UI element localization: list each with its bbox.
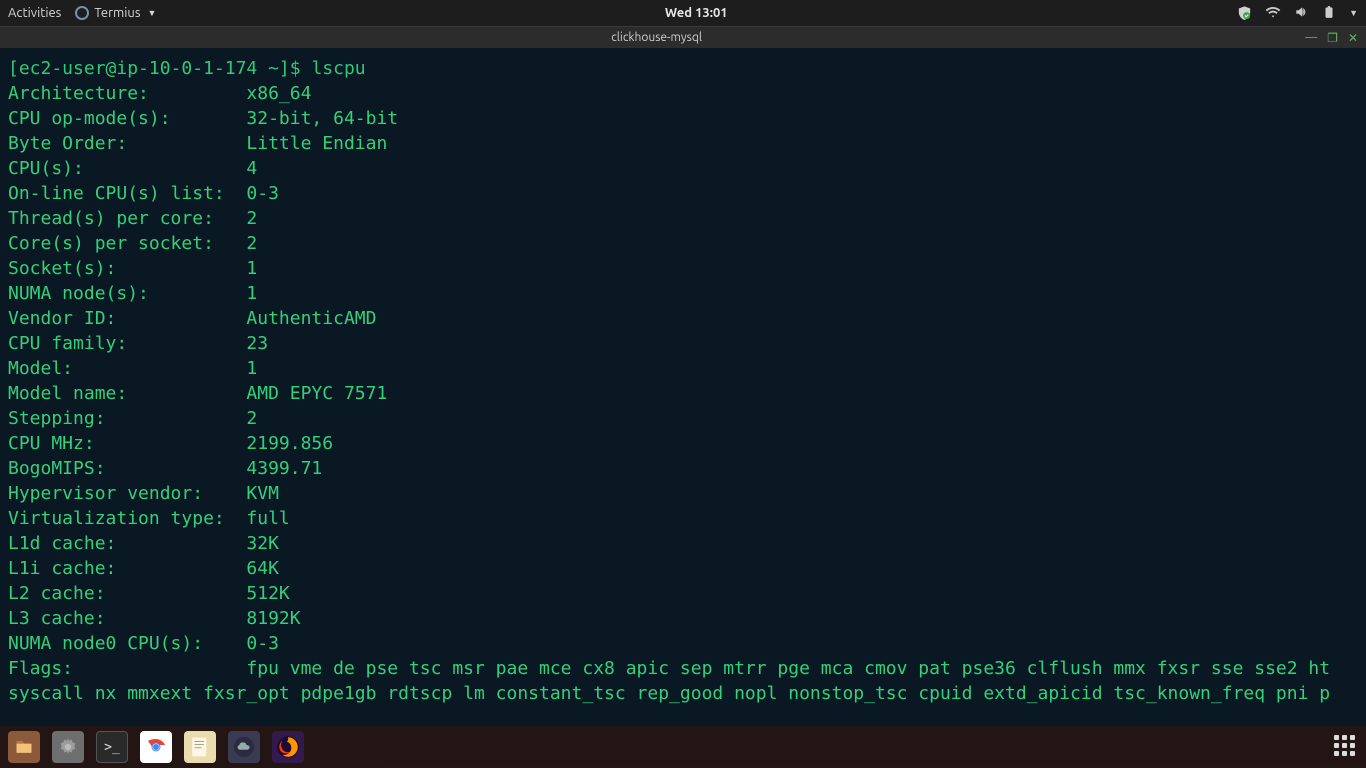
command-entered: lscpu [311,58,365,79]
chevron-down-icon: ▼ [147,8,156,18]
terminal-output[interactable]: [ec2-user@ip-10-0-1-174 ~]$ lscpu Archit… [0,48,1366,726]
window-maximize-button[interactable]: ❐ [1327,31,1338,45]
window-titlebar: clickhouse-mysql — ❐ ✕ [0,26,1366,48]
termius-app-icon [75,6,89,20]
termius-dock-icon[interactable] [228,731,260,763]
files-app-icon[interactable] [8,731,40,763]
dock: >_ [0,726,1366,768]
shield-icon [1236,5,1253,22]
app-menu[interactable]: Termius ▼ [75,6,156,20]
shell-prompt: [ec2-user@ip-10-0-1-174 ~]$ [8,58,301,79]
chrome-app-icon[interactable] [140,731,172,763]
system-settings-icon[interactable] [52,731,84,763]
clock[interactable]: Wed 13:01 [156,6,1236,20]
gnome-top-bar: Activities Termius ▼ Wed 13:01 ▼ [0,0,1366,26]
chevron-down-icon: ▼ [1349,8,1358,18]
terminal-app-icon[interactable]: >_ [96,731,128,763]
system-tray[interactable]: ▼ [1236,5,1358,22]
wifi-icon [1265,5,1281,22]
window-title: clickhouse-mysql [8,31,1305,44]
text-editor-icon[interactable] [184,731,216,763]
app-menu-label: Termius [94,6,140,20]
show-applications-button[interactable] [1334,735,1358,759]
firefox-app-icon[interactable] [272,731,304,763]
window-close-button[interactable]: ✕ [1348,31,1358,45]
volume-icon [1293,5,1309,22]
activities-button[interactable]: Activities [8,6,61,20]
battery-icon [1321,5,1337,22]
lscpu-output: Architecture: x86_64 CPU op-mode(s): 32-… [8,83,1330,704]
window-minimize-button[interactable]: — [1305,31,1317,45]
